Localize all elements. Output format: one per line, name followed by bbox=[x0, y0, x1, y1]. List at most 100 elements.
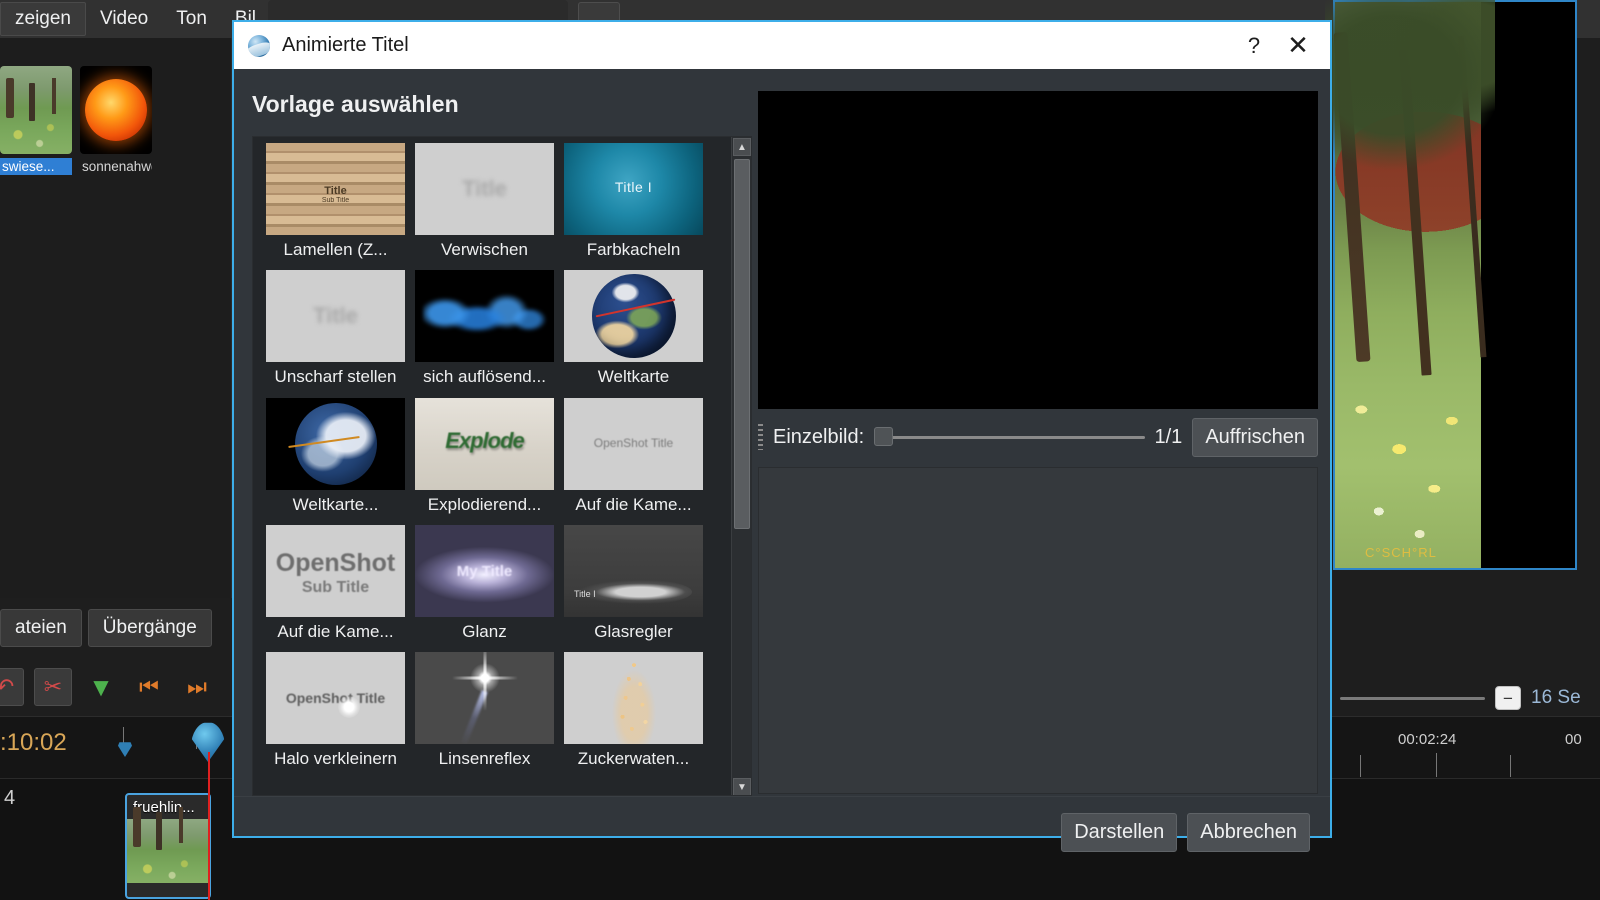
template-item[interactable]: Weltkarte... bbox=[261, 397, 410, 523]
template-grid: Title Sub Title Lamellen (Z... Title Ver… bbox=[253, 137, 723, 779]
template-thumbnail: Title bbox=[415, 143, 554, 235]
template-item[interactable]: Title I Farbkacheln bbox=[559, 143, 708, 268]
scrollbar-thumb[interactable] bbox=[734, 159, 750, 529]
template-item[interactable]: OpenShot Title Auf die Kame... bbox=[559, 397, 708, 523]
panel-tab-bar: ateien Übergänge bbox=[0, 604, 232, 652]
template-item[interactable]: sich auflösend... bbox=[410, 270, 559, 395]
scissors-icon[interactable]: ✂ bbox=[34, 668, 72, 706]
playhead-line bbox=[208, 779, 210, 900]
tab-uebergaenge[interactable]: Übergänge bbox=[87, 609, 212, 647]
refresh-button[interactable]: Auffrischen bbox=[1192, 417, 1318, 457]
file-name-label: sonnenahwdrdp... bbox=[82, 159, 152, 174]
preview-watermark: C°SCH°RL bbox=[1365, 545, 1437, 560]
marker-triangle-icon[interactable]: ▼ bbox=[82, 668, 120, 706]
template-properties-panel[interactable] bbox=[758, 467, 1318, 794]
undo-icon[interactable]: ↶ bbox=[0, 668, 24, 706]
template-item[interactable]: OpenShot Sub Title Auf die Kame... bbox=[261, 524, 410, 650]
project-files-panel: swiese... sonnenahwdrdp... bbox=[0, 38, 232, 598]
video-preview-panel: C°SCH°RL bbox=[1325, 0, 1577, 570]
menu-item-zeigen[interactable]: zeigen bbox=[0, 2, 86, 36]
ruler-time-label: 00 bbox=[1565, 731, 1582, 748]
template-item[interactable]: Title Unscharf stellen bbox=[261, 270, 410, 395]
frame-slider[interactable] bbox=[874, 427, 1145, 447]
template-label: Explodierend... bbox=[427, 494, 542, 514]
thumb-title-text: OpenShot bbox=[275, 548, 396, 577]
template-item[interactable]: Linsenreflex bbox=[410, 652, 559, 777]
zoom-out-button[interactable]: − bbox=[1495, 686, 1521, 710]
scroll-up-icon[interactable]: ▲ bbox=[733, 138, 751, 156]
template-label: Weltkarte... bbox=[292, 494, 379, 514]
next-marker-icon[interactable]: ⏭ bbox=[178, 668, 216, 706]
template-label: Halo verkleinern bbox=[274, 749, 397, 768]
drag-grip-icon[interactable] bbox=[758, 424, 763, 450]
template-label: Verwischen bbox=[441, 240, 528, 259]
cancel-button[interactable]: Abbrechen bbox=[1187, 813, 1310, 852]
thumb-sub-text: Sub Title bbox=[321, 197, 350, 204]
template-label: Glanz bbox=[462, 621, 507, 641]
clip-start-marker[interactable] bbox=[118, 742, 132, 757]
meadow-thumbnail bbox=[0, 66, 72, 154]
template-item[interactable]: Explode Explodierend... bbox=[410, 397, 559, 523]
template-label: Lamellen (Z... bbox=[283, 240, 388, 259]
thumb-title-text: Title bbox=[462, 176, 507, 201]
template-item[interactable]: My Title Glanz bbox=[410, 524, 559, 650]
template-label: Farbkacheln bbox=[586, 240, 681, 259]
template-grid-scrollbar[interactable]: ▲ ▼ bbox=[731, 137, 751, 795]
template-label: Glasregler bbox=[594, 621, 673, 641]
template-label: Linsenreflex bbox=[438, 749, 531, 768]
thumb-sub-text: Sub Title bbox=[301, 578, 370, 596]
template-chooser-section: Vorlage auswählen Title Sub Title Lamell… bbox=[234, 69, 752, 796]
template-item[interactable]: Weltkarte bbox=[559, 270, 708, 395]
template-thumbnail: OpenShot Title bbox=[564, 397, 703, 490]
template-label: Zuckerwaten... bbox=[577, 749, 690, 768]
template-item[interactable]: Title Verwischen bbox=[410, 143, 559, 268]
list-item[interactable]: swiese... bbox=[0, 66, 72, 175]
template-item[interactable]: Title I Glasregler bbox=[559, 524, 708, 650]
thumb-title-text: Title I bbox=[614, 179, 653, 195]
template-grid-container: Title Sub Title Lamellen (Z... Title Ver… bbox=[252, 136, 752, 796]
close-button[interactable]: ✕ bbox=[1276, 24, 1320, 68]
frame-slider-track bbox=[874, 435, 1145, 439]
template-label: Weltkarte bbox=[597, 367, 670, 387]
thumb-title-text: OpenShot Title bbox=[593, 435, 674, 450]
ruler-tick bbox=[1510, 755, 1511, 777]
ruler-time-label: 00:02:24 bbox=[1398, 731, 1457, 748]
thumb-title-text: OpenShot Title bbox=[285, 690, 386, 706]
previous-marker-icon[interactable]: ⏮ bbox=[130, 668, 168, 706]
frame-label: Einzelbild: bbox=[773, 425, 865, 448]
template-thumbnail: Title I bbox=[564, 143, 703, 235]
menu-item-video[interactable]: Video bbox=[86, 3, 162, 35]
template-label: Auf die Kame... bbox=[277, 621, 394, 641]
scroll-down-icon[interactable]: ▼ bbox=[733, 778, 751, 795]
frame-count-label: 1/1 bbox=[1154, 425, 1183, 448]
template-item[interactable]: Zuckerwaten... bbox=[559, 652, 708, 777]
timeline-clip[interactable]: fruehlin... bbox=[125, 793, 211, 899]
help-button[interactable]: ? bbox=[1232, 24, 1276, 68]
thumb-title-text: My Title bbox=[456, 562, 513, 580]
template-thumbnail: OpenShot Title bbox=[266, 652, 405, 744]
template-item[interactable]: Title Sub Title Lamellen (Z... bbox=[261, 143, 410, 268]
template-thumbnail: Explode bbox=[415, 397, 554, 490]
timeline-zoom-bar: − 16 Se bbox=[1340, 680, 1600, 716]
list-item[interactable]: sonnenahwdrdp... bbox=[80, 66, 152, 175]
template-thumbnail bbox=[415, 270, 554, 363]
openshot-globe-icon bbox=[248, 34, 270, 57]
ruler-tick bbox=[1436, 753, 1437, 777]
template-label: Auf die Kame... bbox=[575, 494, 692, 514]
timecode-display: :10:02 bbox=[0, 729, 67, 756]
animated-title-dialog: Animierte Titel ? ✕ Vorlage auswählen Ti… bbox=[232, 20, 1332, 852]
playhead-line-upper bbox=[208, 752, 210, 782]
frame-slider-handle[interactable] bbox=[874, 427, 894, 446]
thumb-title-text: Explode bbox=[445, 427, 525, 453]
track-number-label: 4 bbox=[4, 787, 16, 809]
thumb-title-text: Title bbox=[313, 303, 358, 329]
template-thumbnail: Title bbox=[266, 270, 405, 363]
zoom-slider[interactable] bbox=[1340, 696, 1485, 700]
template-item[interactable]: OpenShot Title Halo verkleinern bbox=[261, 652, 410, 777]
template-preview-area bbox=[758, 91, 1318, 409]
render-button[interactable]: Darstellen bbox=[1061, 813, 1178, 852]
dialog-title-bar[interactable]: Animierte Titel ? ✕ bbox=[234, 22, 1330, 69]
menu-item-ton[interactable]: Ton bbox=[162, 3, 221, 35]
tab-dateien[interactable]: ateien bbox=[0, 609, 82, 647]
frame-control-row: Einzelbild: 1/1 Auffrischen bbox=[758, 411, 1318, 463]
